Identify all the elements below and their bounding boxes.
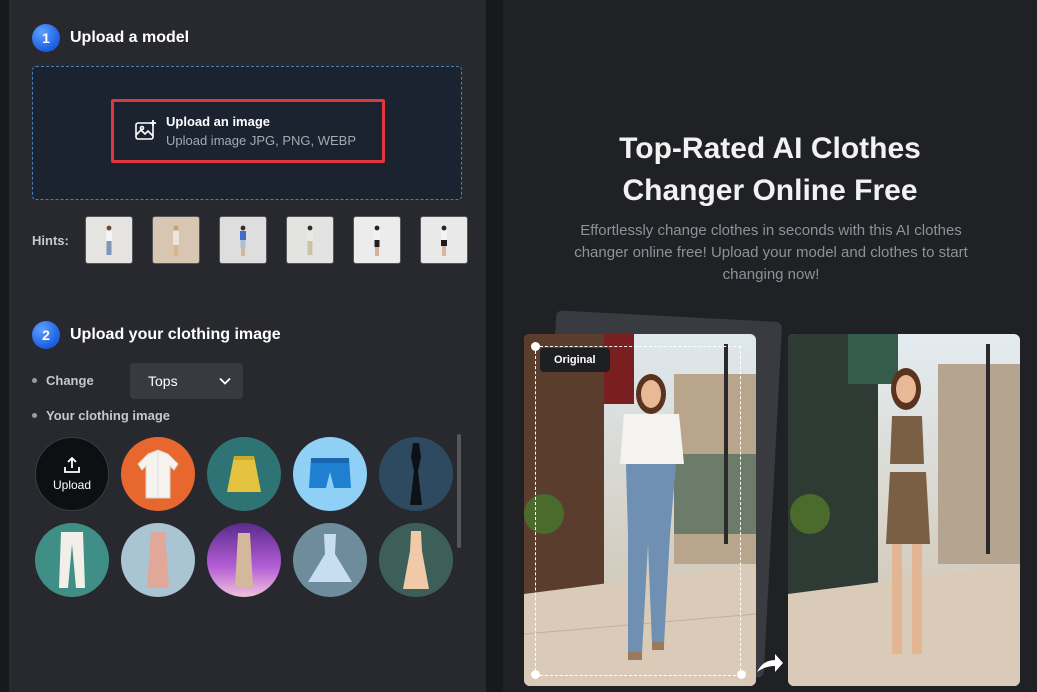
clothing-option[interactable]	[293, 437, 367, 511]
crop-handle[interactable]	[531, 342, 540, 351]
step-1-title: Upload a model	[70, 29, 190, 46]
upload-icon	[64, 456, 80, 473]
clothing-upload-button[interactable]: Upload	[35, 437, 109, 511]
arrow-right-icon	[757, 654, 783, 672]
clothing-type-select[interactable]: Tops	[130, 363, 243, 399]
crop-handle[interactable]	[737, 670, 746, 679]
result-photo-image	[788, 334, 1020, 686]
hint-thumbnail[interactable]	[152, 216, 200, 264]
hint-thumbnail[interactable]	[420, 216, 468, 264]
pink-skirt-image	[147, 532, 169, 588]
hint-thumbnail[interactable]	[353, 216, 401, 264]
yellow-skirt-image	[227, 456, 261, 492]
change-label: Change	[46, 373, 94, 388]
clothing-option[interactable]	[121, 523, 195, 597]
clothing-option[interactable]	[293, 523, 367, 597]
original-photo: Original	[524, 334, 756, 686]
clothing-upload-label: Upload	[52, 478, 92, 492]
change-row: Change	[32, 373, 94, 388]
chevron-down-icon	[219, 377, 231, 385]
blue-shorts-image	[309, 458, 351, 488]
clothing-option[interactable]	[379, 523, 453, 597]
clothing-option[interactable]	[35, 523, 109, 597]
bullet-icon	[32, 378, 37, 383]
white-trousers-image	[59, 532, 85, 588]
upload-image-title: Upload an image	[166, 114, 271, 129]
clothing-option[interactable]	[121, 437, 195, 511]
clothing-type-value: Tops	[148, 373, 178, 389]
image-add-icon	[135, 120, 156, 140]
bullet-icon	[32, 413, 37, 418]
hero-description: Effortlessly change clothes in seconds w…	[574, 222, 968, 283]
blue-tulle-dress-image	[308, 534, 352, 582]
beige-skirt-image	[235, 533, 253, 587]
step-1-header: 1 Upload a model	[32, 24, 189, 52]
clothing-scrollbar[interactable]	[457, 434, 461, 548]
upload-image-button[interactable]: Upload an image Upload image JPG, PNG, W…	[111, 99, 385, 163]
clothing-option[interactable]	[379, 437, 453, 511]
hint-thumbnail[interactable]	[219, 216, 267, 264]
clothing-option[interactable]	[207, 437, 281, 511]
right-panel: Top-Rated AI Clothes Changer Online Free…	[503, 0, 1037, 692]
crop-frame[interactable]	[535, 346, 741, 676]
step-2-number: 2	[32, 321, 60, 349]
step-2-title: Upload your clothing image	[70, 326, 281, 343]
clothing-image-label: Your clothing image	[46, 408, 170, 423]
clothing-image-row: Your clothing image	[32, 408, 170, 423]
step-1-number: 1	[32, 24, 60, 52]
hints-label: Hints:	[32, 232, 69, 248]
white-shirt-image	[137, 449, 179, 499]
left-panel: 1 Upload a model Upload an image Upload …	[9, 0, 486, 692]
hint-thumbnail[interactable]	[286, 216, 334, 264]
peach-dress-image	[403, 531, 429, 589]
result-photo	[788, 334, 1020, 686]
upload-image-subtitle: Upload image JPG, PNG, WEBP	[166, 133, 357, 148]
hints-row: Hints:	[32, 216, 487, 264]
black-dress-image	[410, 443, 422, 505]
crop-handle[interactable]	[531, 670, 540, 679]
hero-title-line2: Changer Online Free	[622, 174, 918, 207]
model-dropzone[interactable]: Upload an image Upload image JPG, PNG, W…	[32, 66, 462, 200]
hint-thumbnail[interactable]	[85, 216, 133, 264]
hero-title-line1: Top-Rated AI Clothes	[619, 132, 921, 165]
clothing-option[interactable]	[207, 523, 281, 597]
step-2-header: 2 Upload your clothing image	[32, 321, 281, 349]
